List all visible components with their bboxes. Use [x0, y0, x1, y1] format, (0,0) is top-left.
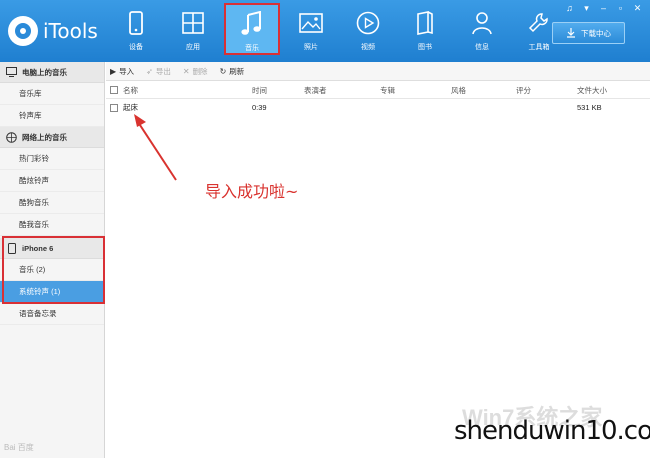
nav-photos[interactable]: 照片	[285, 4, 337, 54]
sidebar-item-system-ringtones[interactable]: 系统铃声 (1)	[0, 281, 104, 303]
sidebar-item-voice-memos[interactable]: 语音备忘录	[0, 303, 104, 325]
nav-label: 信息	[475, 44, 489, 51]
nav-books[interactable]: 图书	[399, 4, 451, 54]
nav-label: 图书	[418, 44, 432, 51]
column-header-time[interactable]: 时间	[252, 85, 304, 96]
row-checkbox[interactable]	[110, 103, 118, 112]
phone-icon	[123, 10, 149, 36]
column-header-name[interactable]: 名称	[123, 85, 252, 96]
music-note-icon	[239, 11, 265, 37]
sidebar-section-online-music[interactable]: 网络上的音乐	[0, 127, 104, 148]
sidebar-item-music-library[interactable]: 音乐库	[0, 83, 104, 105]
title-bar: iTools 设备 应用 音乐 照片 视频 图书 信息 工具箱 ♫ ▾ – ▫ …	[0, 0, 650, 62]
nav-label: 应用	[186, 44, 200, 51]
refresh-label: 刷新	[229, 66, 245, 76]
app-title: iTools	[43, 19, 98, 43]
sidebar-item-cool-ringtones[interactable]: 酷炫铃声	[0, 170, 104, 192]
column-header-rating[interactable]: 评分	[516, 85, 577, 96]
nav-video[interactable]: 视频	[342, 4, 394, 54]
globe-icon	[6, 131, 17, 143]
download-icon	[567, 28, 575, 38]
nav-device[interactable]: 设备	[110, 4, 162, 54]
nav-label: 视频	[361, 44, 375, 51]
nav-label: 设备	[129, 44, 143, 51]
annotation-arrow-icon	[134, 114, 177, 181]
menu-icon[interactable]: ▾	[578, 2, 595, 14]
apps-grid-icon	[180, 10, 206, 36]
column-header-size[interactable]: 文件大小	[577, 85, 637, 96]
cell-time: 0:39	[252, 103, 267, 112]
minimize-icon[interactable]: –	[595, 2, 612, 14]
phone-icon	[6, 242, 17, 254]
sidebar-item-device-music[interactable]: 音乐 (2)	[0, 259, 104, 281]
maximize-icon[interactable]: ▫	[612, 2, 629, 14]
column-header-genre[interactable]: 风格	[451, 85, 516, 96]
site-watermark-url: shenduwin10.com	[454, 416, 650, 446]
sidebar-section-pc-music[interactable]: 电脑上的音乐	[0, 62, 104, 83]
delete-icon: ✕	[182, 66, 190, 76]
download-center-button[interactable]: 下载中心	[552, 22, 625, 44]
nav-label: 照片	[304, 44, 318, 51]
nav-label: 工具箱	[528, 44, 550, 51]
monitor-icon	[6, 67, 17, 78]
nav-music[interactable]: 音乐	[224, 3, 280, 55]
refresh-button[interactable]: ↻ 刷新	[220, 66, 245, 77]
main-nav: 设备 应用 音乐 照片 视频 图书 信息 工具箱	[110, 3, 570, 58]
download-center-label: 下载中心	[581, 28, 611, 38]
export-label: 导出	[155, 66, 171, 76]
import-button[interactable]: ▶ 导入	[110, 66, 134, 77]
sidebar: 电脑上的音乐 音乐库 铃声库 网络上的音乐 热门彩铃 酷炫铃声 酷狗音乐 酷我音…	[0, 62, 105, 458]
cell-size: 531 KB	[577, 103, 602, 112]
table-header: 名称 时间 表演者 专辑 风格 评分 文件大小	[106, 82, 650, 99]
annotation-text: 导入成功啦~	[205, 182, 299, 201]
sidebar-item-ringtone-library[interactable]: 铃声库	[0, 105, 104, 127]
nav-messages[interactable]: 信息	[456, 4, 508, 54]
close-icon[interactable]: ✕	[629, 2, 646, 14]
toolbar: ▶ 导入 ➶ 导出 ✕ 删除 ↻ 刷新	[106, 62, 650, 81]
itools-logo-icon	[8, 16, 38, 46]
nav-apps[interactable]: 应用	[167, 4, 219, 54]
sidebar-item-kuwo-music[interactable]: 酷我音乐	[0, 214, 104, 236]
music-table: 名称 时间 表演者 专辑 风格 评分 文件大小 起床 0:39 531 KB	[106, 82, 650, 116]
sidebar-item-kugou-music[interactable]: 酷狗音乐	[0, 192, 104, 214]
nav-label: 音乐	[245, 45, 259, 52]
book-icon	[412, 10, 438, 36]
import-icon: ▶	[110, 66, 117, 76]
delete-label: 删除	[192, 66, 208, 76]
photo-icon	[298, 10, 324, 36]
refresh-icon: ↻	[219, 66, 227, 76]
play-icon	[355, 10, 381, 36]
sidebar-section-title: 网络上的音乐	[22, 132, 67, 142]
person-icon	[469, 10, 495, 36]
music-mini-icon[interactable]: ♫	[561, 2, 578, 14]
column-header-album[interactable]: 专辑	[380, 85, 451, 96]
sidebar-section-title: iPhone 6	[22, 243, 54, 253]
export-button[interactable]: ➶ 导出	[146, 66, 171, 77]
import-label: 导入	[119, 66, 135, 76]
export-icon: ➶	[146, 66, 153, 76]
table-row[interactable]: 起床 0:39 531 KB	[106, 99, 650, 116]
wrench-icon	[526, 10, 552, 36]
delete-button[interactable]: ✕ 删除	[183, 66, 208, 77]
sidebar-item-hot-ringback[interactable]: 热门彩铃	[0, 148, 104, 170]
sidebar-section-title: 电脑上的音乐	[22, 67, 67, 77]
column-header-artist[interactable]: 表演者	[304, 85, 380, 96]
baidu-watermark: Bai 百度	[4, 443, 34, 452]
sidebar-section-device[interactable]: iPhone 6	[0, 238, 104, 259]
select-all-checkbox[interactable]	[110, 86, 118, 94]
window-controls: ♫ ▾ – ▫ ✕	[561, 2, 646, 14]
app-logo: iTools	[8, 14, 108, 48]
